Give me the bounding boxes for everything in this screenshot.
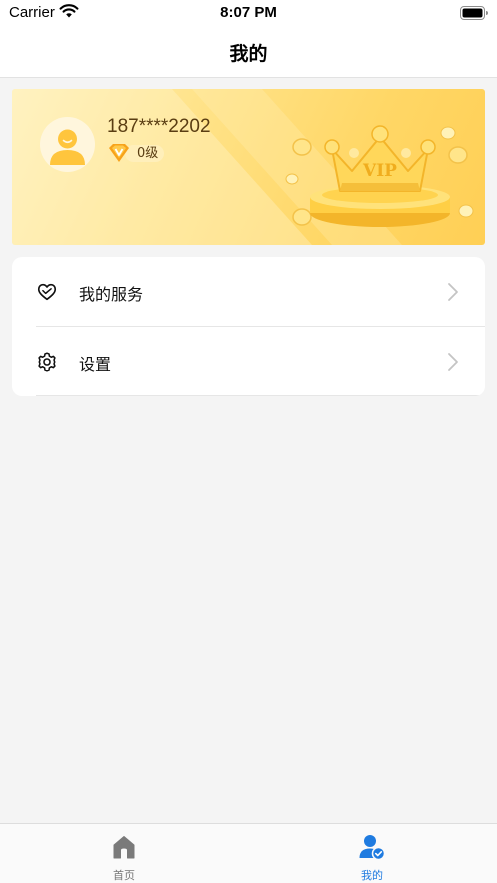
menu-card: 我的服务 设置: [12, 257, 485, 396]
user-badge-icon: [359, 835, 385, 860]
home-icon: [113, 836, 135, 859]
nav-bar: 我的: [0, 28, 497, 78]
chevron-right-icon: [448, 283, 458, 301]
vip-banner[interactable]: 187****2202 0级 VIP: [12, 89, 485, 245]
vip-text: VIP: [362, 161, 397, 181]
menu-item-my-services[interactable]: 我的服务: [12, 257, 485, 326]
avatar[interactable]: [40, 117, 95, 172]
heart-icon: [37, 283, 57, 301]
tab-bar: 首页 我的: [0, 823, 497, 883]
page-title: 我的: [229, 43, 268, 65]
avatar-icon: [50, 129, 85, 165]
tab-label: 首页: [113, 869, 135, 882]
status-bar: Carrier 8:07 PM: [0, 0, 497, 28]
chevron-right-icon: [448, 353, 458, 371]
menu-divider: [36, 395, 485, 396]
vip-crown-icon: VIP: [285, 125, 474, 227]
tab-mine[interactable]: 我的: [248, 824, 496, 883]
battery-icon: [460, 5, 488, 24]
gear-icon: [38, 352, 56, 372]
menu-item-label: 设置: [79, 355, 112, 374]
status-time: 8:07 PM: [220, 4, 277, 21]
menu-item-settings[interactable]: 设置: [12, 327, 485, 396]
tab-label: 我的: [361, 869, 383, 882]
menu-item-label: 我的服务: [79, 285, 144, 304]
phone-number: 187****2202: [107, 116, 211, 137]
tab-home[interactable]: 首页: [0, 824, 248, 883]
diamond-icon: [109, 144, 129, 162]
